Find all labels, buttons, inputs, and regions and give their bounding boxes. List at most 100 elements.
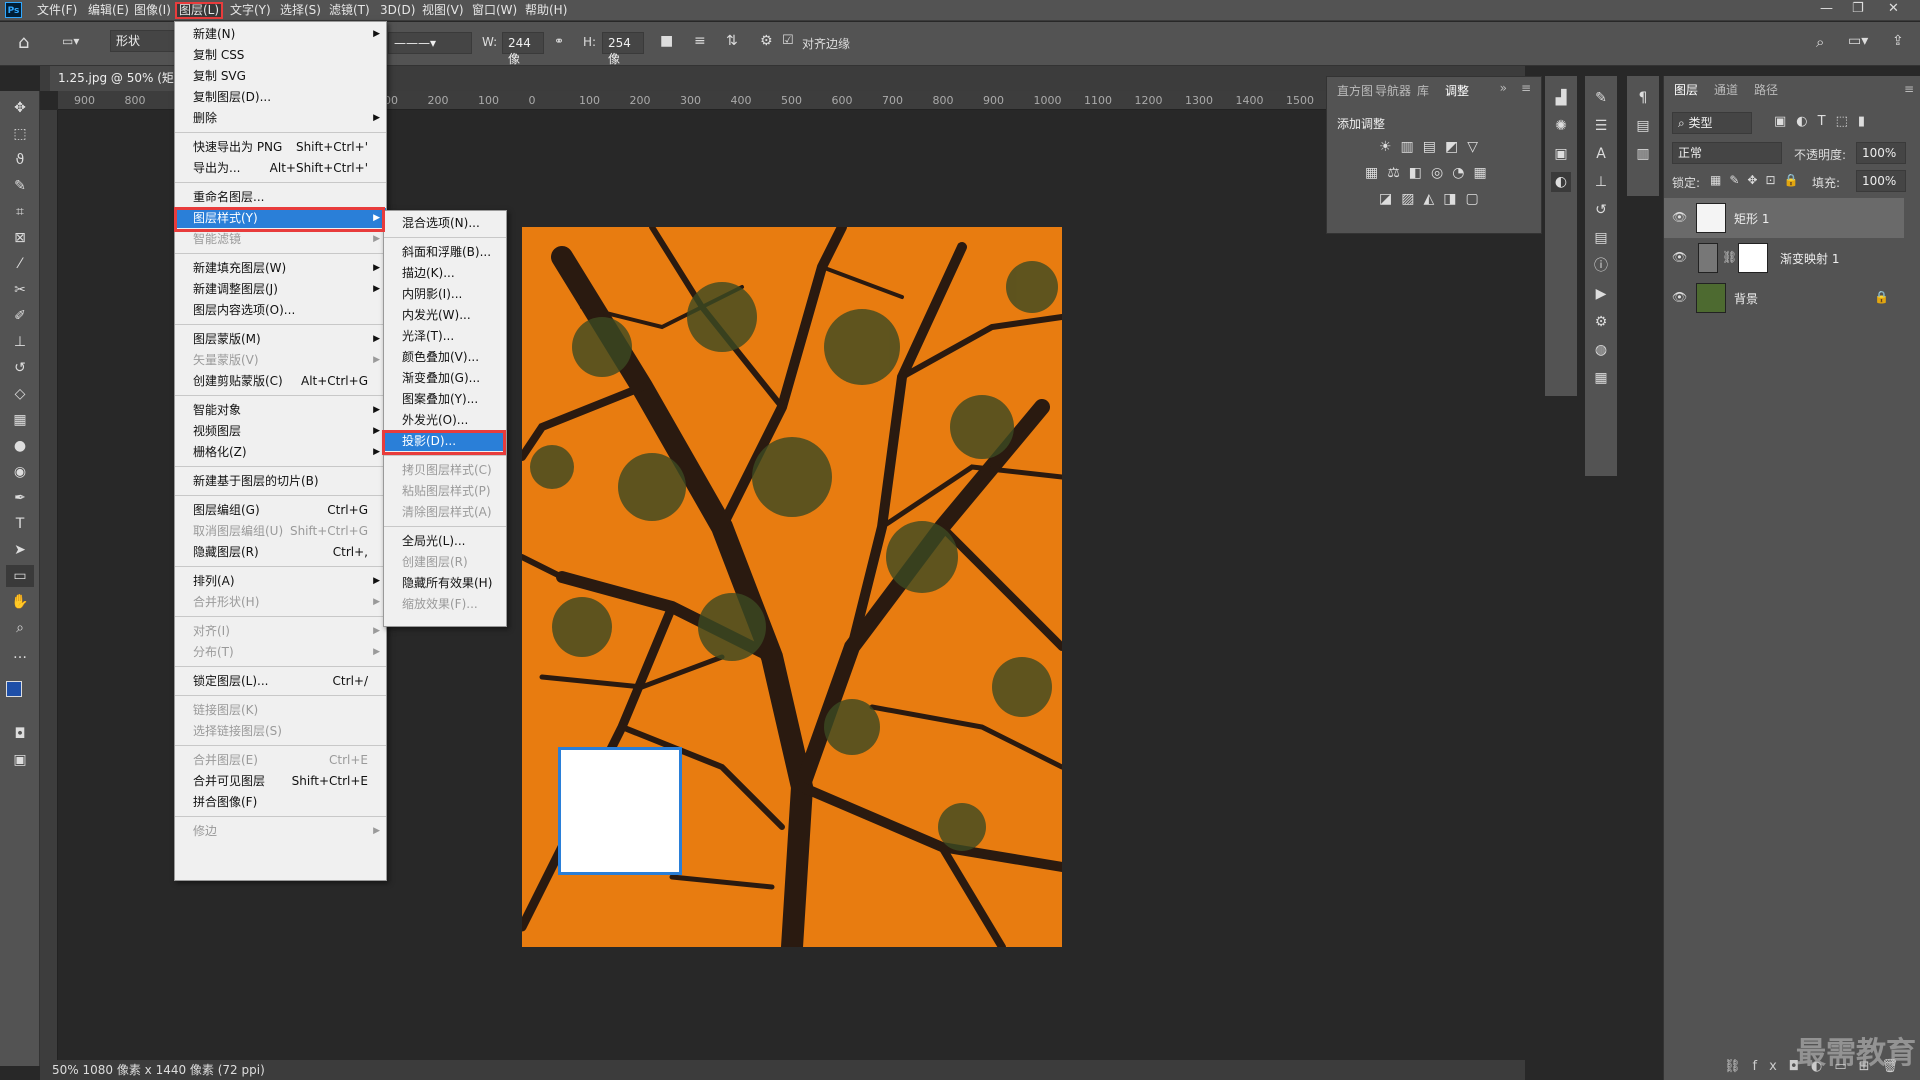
history-icon[interactable]: ↺ (1591, 200, 1611, 220)
paragraph-icon[interactable]: ¶ (1633, 88, 1653, 108)
panel-menu-icon[interactable]: ≡ (1521, 81, 1531, 95)
brushes-icon[interactable]: ☰ (1591, 116, 1611, 136)
opacity-input[interactable]: 100% (1856, 142, 1906, 164)
quick-select-tool-icon[interactable]: ✎ (6, 175, 34, 197)
eraser-tool-icon[interactable]: ◇ (6, 383, 34, 405)
stamp-tool-icon[interactable]: ⊥ (6, 331, 34, 353)
character-icon[interactable]: A (1591, 144, 1611, 164)
rectangle-tool-icon[interactable]: ▭ (6, 565, 34, 587)
histogram-icon[interactable]: ▟ (1551, 88, 1571, 108)
menu-item[interactable]: 光泽(T)... (384, 326, 506, 346)
menu-item[interactable]: 渐变叠加(G)... (384, 368, 506, 388)
type-tool-icon[interactable]: T (6, 513, 34, 535)
menu-item[interactable]: 栅格化(Z) ▶ (175, 442, 386, 462)
filter-icons[interactable]: ▣◐T⬚▮ (1774, 114, 1875, 129)
restore-icon[interactable]: ❐ (1852, 1, 1864, 16)
menu-item[interactable]: 对齐(I) ▶ (175, 621, 386, 641)
healing-tool-icon[interactable]: ✂ (6, 279, 34, 301)
lock-icons[interactable]: ▦✎✥⊡🔒 (1710, 173, 1806, 187)
menu-item[interactable]: 内阴影(I)... (384, 284, 506, 304)
menu-item[interactable]: 全局光(L)... (384, 531, 506, 551)
menu-item[interactable]: 清除图层样式(A) (384, 502, 506, 522)
more-tools-icon[interactable]: … (6, 643, 34, 665)
path-align-icon[interactable]: ≡ (694, 33, 706, 49)
menu-item[interactable]: 斜面和浮雕(B)... (384, 242, 506, 262)
screen-mode-icon[interactable]: ▣ (6, 749, 34, 771)
menu-item[interactable]: 修边 ▶ (175, 821, 386, 841)
menu-item[interactable]: 图层内容选项(O)... (175, 300, 386, 320)
zoom-tool-icon[interactable]: ⌕ (6, 617, 34, 639)
blend-mode-select[interactable]: 正常 (1672, 142, 1782, 164)
adjustments-icon[interactable]: ◐ (1551, 172, 1571, 192)
visibility-eye-icon[interactable]: 👁 (1672, 290, 1687, 304)
menu-item[interactable]: 矢量蒙版(V) ▶ (175, 350, 386, 370)
actions-icon[interactable]: ▤ (1591, 228, 1611, 248)
quick-mask-icon[interactable]: ◘ (6, 723, 34, 745)
menu-item[interactable]: 合并形状(H) ▶ (175, 592, 386, 612)
move-tool-icon[interactable]: ✥ (6, 97, 34, 119)
library-icon[interactable]: ▣ (1551, 144, 1571, 164)
menu-item[interactable]: 外发光(O)... (384, 410, 506, 430)
dodge-tool-icon[interactable]: ◉ (6, 461, 34, 483)
adj-tab-3[interactable]: 库 (1417, 82, 1429, 99)
notes-icon[interactable]: ▥ (1633, 144, 1653, 164)
adj-tab-1[interactable]: 直方图 (1337, 82, 1373, 99)
path-select-icon[interactable]: ➤ (6, 539, 34, 561)
info-icon[interactable]: ⓘ (1591, 256, 1611, 276)
width-input[interactable]: 244 像 (502, 32, 544, 66)
properties-icon[interactable]: ⚙ (1591, 312, 1611, 332)
menu-item[interactable]: 混合选项(N)... (384, 213, 506, 233)
menu-11[interactable]: 帮助(H) (521, 2, 571, 19)
menu-6[interactable]: 选择(S) (276, 2, 325, 19)
menu-item[interactable]: 图层样式(Y) ▶ (175, 208, 386, 228)
marquee-tool-icon[interactable]: ⬚ (6, 123, 34, 145)
adjustment-icons-row-3[interactable]: ◪▨◭◨▢ (1379, 191, 1488, 207)
menu-item[interactable]: 删除 ▶ (175, 108, 386, 128)
menu-item[interactable]: 图层编组(G) Ctrl+G (175, 500, 386, 520)
collapse-panel-icon[interactable]: » (1500, 81, 1507, 95)
menu-item[interactable]: 新建调整图层(J) ▶ (175, 279, 386, 299)
hand-tool-icon[interactable]: ✋ (6, 591, 34, 613)
menu-item[interactable]: 复制图层(D)... (175, 87, 386, 107)
menu-item[interactable]: 拼合图像(F) (175, 792, 386, 812)
menu-item[interactable]: 快速导出为 PNG Shift+Ctrl+' (175, 137, 386, 157)
document-tab[interactable]: 1.25.jpg @ 50% (矩形 (50, 66, 194, 91)
menu-1[interactable]: 文件(F) (33, 2, 81, 19)
menu-item[interactable]: 取消图层编组(U) Shift+Ctrl+G (175, 521, 386, 541)
foreground-color-swatch[interactable] (6, 681, 22, 697)
menu-item[interactable]: 图层蒙版(M) ▶ (175, 329, 386, 349)
menu-item[interactable]: 缩放效果(F)... (384, 594, 506, 614)
menu-item[interactable]: 新建填充图层(W) ▶ (175, 258, 386, 278)
adjustment-icons-row-2[interactable]: ▦⚖◧◎◔▦ (1365, 165, 1496, 181)
menu-item[interactable]: 创建剪贴蒙版(C) Alt+Ctrl+G (175, 371, 386, 391)
stroke-type-select[interactable]: ———▾ (388, 32, 472, 54)
navigator-icon[interactable]: ✺ (1551, 116, 1571, 136)
visibility-eye-icon[interactable]: 👁 (1672, 250, 1687, 264)
menu-item[interactable]: 锁定图层(L)... Ctrl+/ (175, 671, 386, 691)
minimize-icon[interactable]: — (1820, 1, 1833, 16)
layer-row-background[interactable]: 👁 背景 🔒 (1664, 278, 1904, 318)
menu-5[interactable]: 文字(Y) (226, 2, 275, 19)
adj-tab-2[interactable]: 导航器 (1375, 82, 1411, 99)
menu-item[interactable]: 智能滤镜 ▶ (175, 229, 386, 249)
menu-item[interactable]: 隐藏所有效果(H) (384, 573, 506, 593)
path-arrange-icon[interactable]: ⇅ (726, 33, 738, 49)
adj-tab-4[interactable]: 调整 (1445, 82, 1469, 99)
gradient-tool-icon[interactable]: ▦ (6, 409, 34, 431)
rectangle-shape-layer[interactable] (558, 747, 682, 875)
menu-item[interactable]: 创建图层(R) (384, 552, 506, 572)
menu-item[interactable]: 新建基于图层的切片(B) (175, 471, 386, 491)
menu-item[interactable]: 智能对象 ▶ (175, 400, 386, 420)
menu-item[interactable]: 导出为... Alt+Shift+Ctrl+' (175, 158, 386, 178)
menu-item[interactable]: 拷贝图层样式(C) (384, 460, 506, 480)
gear-icon[interactable]: ⚙ (760, 33, 773, 49)
menu-item[interactable]: 复制 CSS (175, 45, 386, 65)
share-icon[interactable]: ⇪ (1892, 33, 1904, 49)
layer-row-gradient-map[interactable]: 👁 ⛓ 渐变映射 1 (1664, 238, 1904, 278)
menu-item[interactable]: 选择链接图层(S) (175, 721, 386, 741)
search-icon[interactable]: ⌕ (1816, 33, 1824, 51)
menu-item[interactable]: 隐藏图层(R) Ctrl+, (175, 542, 386, 562)
menu-item[interactable]: 排列(A) ▶ (175, 571, 386, 591)
menu-item[interactable]: 图案叠加(Y)... (384, 389, 506, 409)
visibility-eye-icon[interactable]: 👁 (1672, 210, 1687, 224)
